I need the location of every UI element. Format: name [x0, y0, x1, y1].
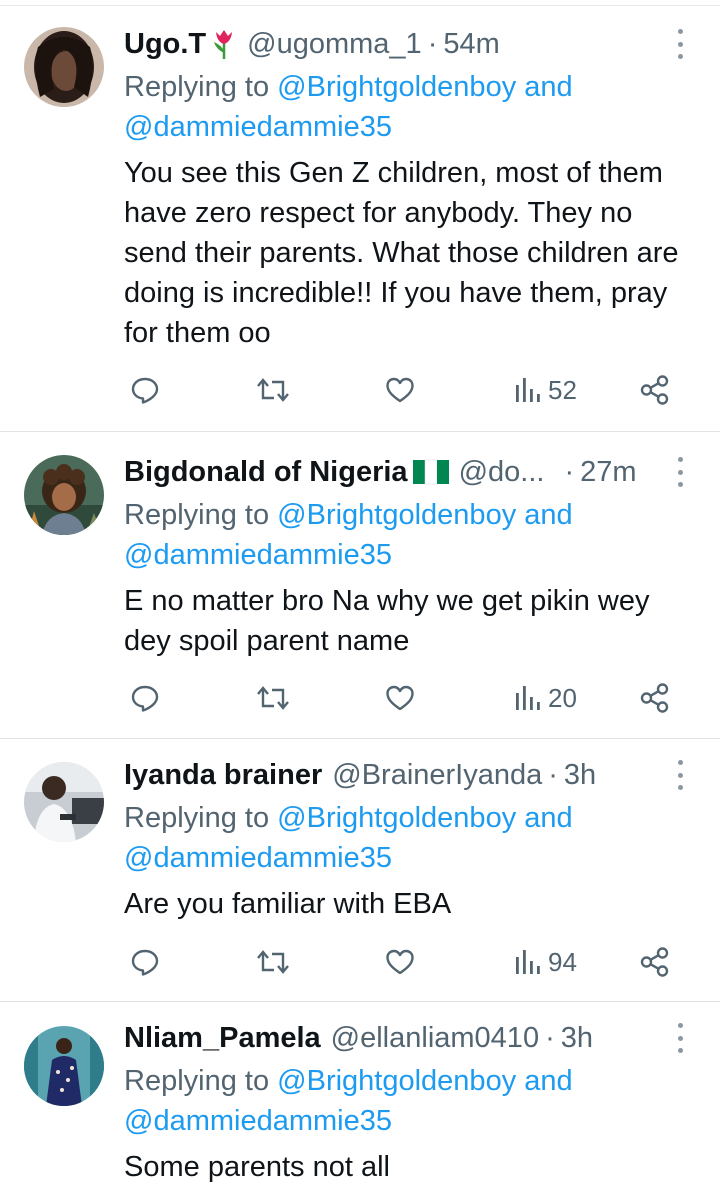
views-count: 94 [548, 946, 577, 977]
reply-icon [131, 685, 159, 712]
retweet-icon [257, 686, 289, 710]
views-button[interactable]: 52 [514, 370, 577, 410]
avatar[interactable] [24, 1026, 104, 1106]
mention-and[interactable]: and [516, 71, 572, 103]
more-options-icon[interactable] [672, 457, 688, 487]
tweet-header: Bigdonald of Nigeria @do... · 27m [124, 452, 637, 492]
tweet-divider [0, 1001, 720, 1002]
heart-icon [386, 377, 414, 403]
tulip-icon [211, 29, 237, 59]
share-icon [640, 375, 669, 405]
timestamp[interactable]: 27m [580, 456, 636, 489]
separator: · [545, 1021, 555, 1054]
like-button[interactable] [385, 942, 415, 982]
display-name[interactable]: Iyanda brainer [124, 759, 322, 792]
share-button[interactable] [639, 678, 671, 718]
views-button[interactable]: 20 [514, 678, 577, 718]
replying-prefix: Replying to [124, 802, 278, 834]
like-button[interactable] [385, 370, 415, 410]
replying-prefix: Replying to [124, 1065, 278, 1097]
timestamp[interactable]: 54m [443, 28, 499, 61]
views-button[interactable]: 94 [514, 942, 577, 982]
retweet-button[interactable] [255, 678, 291, 718]
mention-and[interactable]: and [516, 802, 572, 834]
display-name[interactable]: Bigdonald of Nigeria [124, 456, 408, 489]
tweet-header: Iyanda brainer @BrainerIyanda · 3h [124, 755, 596, 795]
tweet-text: Some parents not all [124, 1151, 390, 1183]
reply-button[interactable] [130, 678, 160, 718]
replying-to: Replying to @Brightgoldenboy and @dammied… [124, 67, 684, 147]
heart-icon [386, 949, 414, 975]
avatar[interactable] [24, 455, 104, 535]
more-options-icon[interactable] [672, 760, 688, 790]
analytics-icon [516, 686, 540, 710]
reply-button[interactable] [130, 370, 160, 410]
replying-to: Replying to @Brightgoldenboy and @dammied… [124, 798, 684, 878]
retweet-button[interactable] [255, 370, 291, 410]
views-count: 52 [548, 374, 577, 405]
more-options-icon[interactable] [672, 29, 688, 59]
user-handle[interactable]: @BrainerIyanda [332, 759, 542, 792]
mention-link[interactable]: @Brightgoldenboy [277, 1065, 516, 1097]
avatar[interactable] [24, 762, 104, 842]
analytics-icon [516, 950, 540, 974]
mention-link[interactable]: @dammiedammie35 [124, 1105, 392, 1137]
retweet-button[interactable] [255, 942, 291, 982]
share-button[interactable] [639, 370, 671, 410]
replying-to: Replying to @Brightgoldenboy and @dammied… [124, 1061, 684, 1141]
separator: · [564, 455, 575, 488]
like-button[interactable] [385, 678, 415, 718]
share-icon [640, 947, 669, 977]
top-divider [0, 5, 720, 6]
mention-link[interactable]: @dammiedammie35 [124, 539, 392, 571]
mention-link[interactable]: @dammiedammie35 [124, 111, 392, 143]
share-icon [640, 683, 669, 713]
display-name[interactable]: Nliam_Pamela [124, 1022, 321, 1055]
separator: · [548, 758, 558, 791]
tweet-divider [0, 738, 720, 739]
tweet-text: You see this Gen Z children, most of the… [124, 157, 679, 349]
tweet-text: Are you familiar with EBA [124, 888, 452, 920]
action-bar: 94 [0, 942, 720, 982]
display-name[interactable]: Ugo.T [124, 28, 206, 61]
mention-link[interactable]: @Brightgoldenboy [277, 71, 516, 103]
tweet-header: Ugo.T @ugomma_1 · 54m [124, 24, 500, 64]
nigeria-flag-icon [412, 459, 449, 485]
replying-prefix: Replying to [124, 71, 278, 103]
tweet-text: E no matter bro Na why we get pikin wey … [124, 585, 650, 657]
retweet-icon [257, 378, 289, 402]
action-bar: 52 [0, 370, 720, 410]
user-handle[interactable]: @ugomma_1 [247, 28, 422, 61]
action-bar: 20 [0, 678, 720, 718]
separator: · [427, 27, 438, 60]
reply-icon [131, 949, 159, 976]
user-handle[interactable]: @ellanliam0410 [331, 1022, 539, 1055]
retweet-icon [257, 950, 289, 974]
replying-to: Replying to @Brightgoldenboy and @dammied… [124, 495, 684, 575]
timestamp[interactable]: 3h [564, 759, 596, 792]
reply-icon [131, 377, 159, 404]
mention-and[interactable]: and [516, 499, 572, 531]
more-options-icon[interactable] [672, 1023, 688, 1053]
mention-link[interactable]: @dammiedammie35 [124, 842, 392, 874]
mention-link[interactable]: @Brightgoldenboy [277, 499, 516, 531]
tweet-divider [0, 431, 720, 432]
reply-button[interactable] [130, 942, 160, 982]
tweet-header: Nliam_Pamela @ellanliam0410 · 3h [124, 1018, 593, 1058]
share-button[interactable] [639, 942, 671, 982]
user-handle[interactable]: @do... [459, 456, 545, 489]
analytics-icon [516, 378, 540, 402]
mention-and[interactable]: and [516, 1065, 572, 1097]
views-count: 20 [548, 682, 577, 713]
mention-link[interactable]: @Brightgoldenboy [277, 802, 516, 834]
heart-icon [386, 685, 414, 711]
timestamp[interactable]: 3h [561, 1022, 593, 1055]
avatar[interactable] [24, 27, 104, 107]
replying-prefix: Replying to [124, 499, 278, 531]
